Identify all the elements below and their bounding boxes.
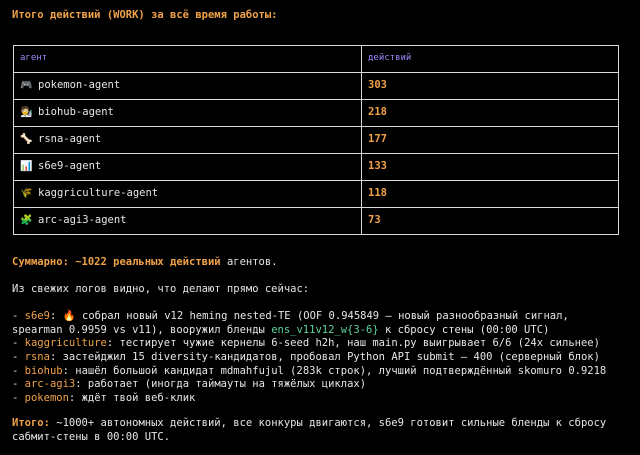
puzzle-icon: 🧩 [20, 215, 33, 227]
log-item-pokemon: - pokemon: ждёт твой веб-клик [12, 391, 196, 404]
log-item-biohub: - biohub: нашёл большой кандидат mdmahfu… [12, 364, 607, 377]
log-text: застейджил 15 diversity-кандидатов, проб… [56, 350, 600, 363]
actions-count: 118 [361, 180, 619, 208]
log-item-s6e9-cont: spearman 0.9959 vs v11), вооружил бленды… [12, 324, 628, 338]
bar-chart-icon: 📊 [20, 161, 33, 173]
section-heading: Итого действий (WORK) за всё время работ… [12, 9, 278, 21]
agent-name: biohub-agent [38, 106, 114, 119]
intro-line: Из свежих логов видно, что делают прямо … [12, 283, 310, 295]
final-summary: Итого: ~1000+ автономных действий, все к… [12, 417, 628, 444]
log-item-kaggriculture: - kaggriculture: тестирует чужие кернелы… [12, 337, 600, 350]
final-line-1: Итого: ~1000+ автономных действий, все к… [12, 417, 628, 431]
bone-icon: 🦴 [20, 134, 33, 146]
log-agent-name: s6e9 [24, 310, 50, 322]
final-text: ~1000+ автономных действий, все конкуры … [49, 417, 607, 429]
summary-label: Суммарно: ~1022 реальных действий [12, 256, 221, 268]
agent-cell: 🎮 pokemon-agent [13, 72, 362, 100]
column-header-actions: действий [361, 45, 619, 73]
agent-cell: 🧩 arc-agi3-agent [13, 207, 362, 235]
summary-rest: агентов. [220, 256, 278, 268]
chat-message: Итого действий (WORK) за всё время работ… [0, 0, 640, 455]
agent-name: pokemon-agent [38, 79, 121, 92]
actions-count: 133 [361, 153, 619, 181]
final-label: Итого: [12, 417, 50, 429]
table-row: 🧑‍🔬 biohub-agent 218 [13, 99, 619, 127]
log-text: тестирует чужие кернелы 6-seed h2h, наш … [113, 337, 600, 350]
log-item-rsna: - rsna: застейджил 15 diversity-кандидат… [12, 350, 600, 363]
inline-code: ens_v11v12_w{3-6} [271, 323, 379, 336]
log-text: ждёт твой веб-клик [75, 391, 196, 404]
log-agent-name: rsna [24, 350, 50, 363]
log-item-s6e9: - s6e9: 🔥 собрал новый v12 heming nested… [12, 310, 569, 322]
log-text: собрал новый v12 heming nested-TE (OOF 0… [75, 310, 569, 322]
agent-cell: 🌾 kaggriculture-agent [13, 180, 362, 208]
log-text: работает (иногда таймауты на тяжёлых цик… [81, 378, 367, 391]
log-text: spearman 0.9959 vs v11), вооружил бленды [12, 323, 272, 336]
final-text: сабмит-стены в 00:00 UTC. [12, 430, 171, 443]
table-header-row: агент действий [13, 45, 619, 73]
table-row: 📊 s6e9-agent 133 [13, 153, 619, 181]
log-text: нашёл большой кандидат mdmahfujul (283k … [68, 364, 607, 377]
agent-name: kaggriculture-agent [38, 187, 159, 200]
wheat-icon: 🌾 [20, 188, 33, 200]
game-controller-icon: 🎮 [20, 80, 33, 92]
agent-cell: 📊 s6e9-agent [13, 153, 362, 181]
scientist-icon: 🧑‍🔬 [20, 107, 33, 119]
log-agent-name: pokemon [24, 391, 69, 404]
agents-table: агент действий 🎮 pokemon-agent 303 🧑‍🔬 bio… [13, 45, 619, 235]
log-text: к сбросу стены (00:00 UTC) [378, 323, 550, 336]
log-item-arc-agi3: - arc-agi3: работает (иногда таймауты на… [12, 378, 367, 391]
final-line-2: сабмит-стены в 00:00 UTC. [12, 431, 628, 445]
agent-cell: 🦴 rsna-agent [13, 126, 362, 154]
log-agent-name: arc-agi3 [24, 378, 76, 391]
table-row: 🦴 rsna-agent 177 [13, 126, 619, 154]
actions-count: 303 [361, 72, 619, 100]
agent-cell: 🧑‍🔬 biohub-agent [13, 99, 362, 127]
fire-icon: 🔥 [62, 310, 76, 322]
agent-name: s6e9-agent [38, 160, 102, 173]
agent-name: arc-agi3-agent [38, 214, 127, 227]
table-row: 🧩 arc-agi3-agent 73 [13, 207, 619, 235]
actions-count: 177 [361, 126, 619, 154]
activity-log: - s6e9: 🔥 собрал новый v12 heming nested… [12, 310, 628, 405]
actions-count: 218 [361, 99, 619, 127]
column-header-agent: агент [13, 45, 362, 73]
agent-name: rsna-agent [38, 133, 102, 146]
table-row: 🎮 pokemon-agent 303 [13, 72, 619, 100]
table-row: 🌾 kaggriculture-agent 118 [13, 180, 619, 208]
actions-count: 73 [361, 207, 619, 235]
log-agent-name: kaggriculture [24, 337, 107, 350]
log-agent-name: biohub [24, 364, 63, 377]
summary-line: Суммарно: ~1022 реальных действий агенто… [12, 256, 628, 270]
